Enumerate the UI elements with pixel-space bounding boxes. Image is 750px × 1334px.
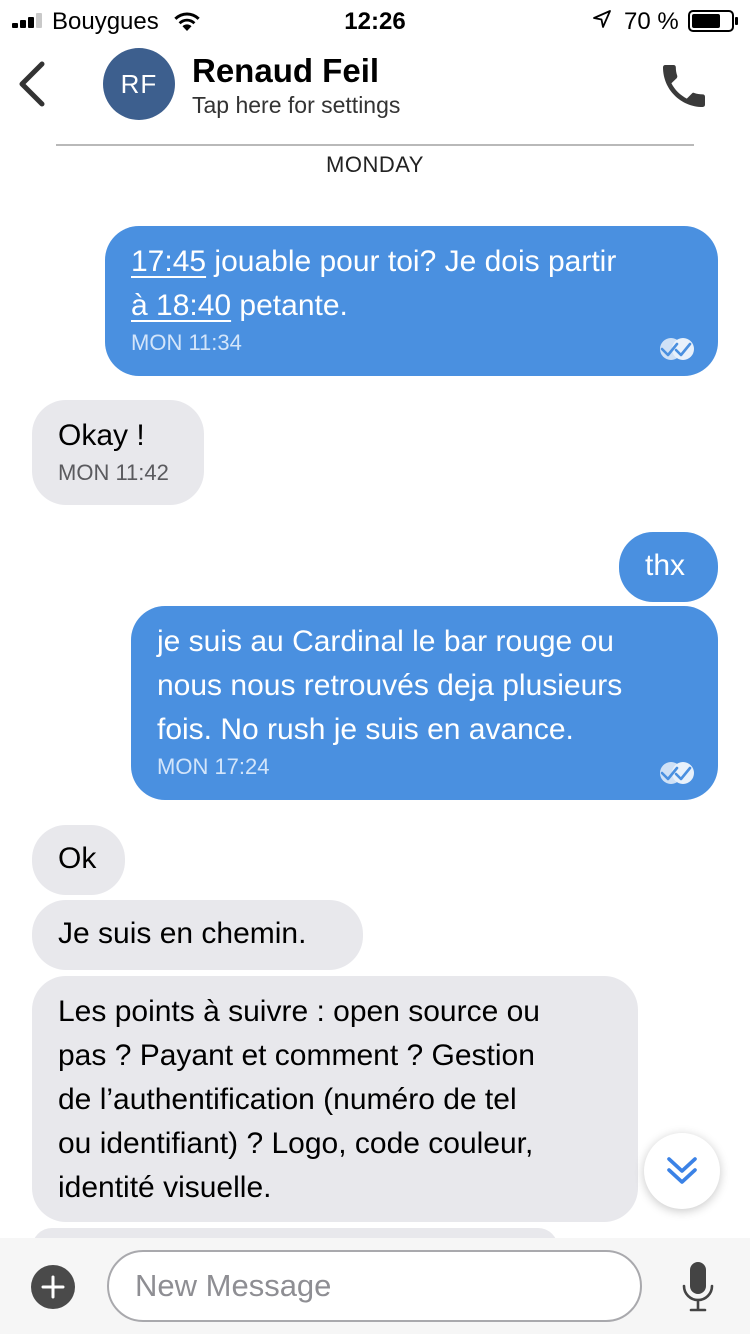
double-check-icon (660, 338, 694, 360)
message-line: je suis au Cardinal le bar rouge ou (157, 625, 614, 658)
message-bubble-outgoing[interactable]: thx (619, 532, 718, 602)
message-text: Les points à suivre : open source ou pas… (58, 990, 612, 1210)
phone-icon[interactable] (656, 58, 712, 114)
contact-avatar[interactable]: RF (103, 48, 175, 120)
message-text-part: jouable pour toi? Je dois partir (206, 245, 617, 278)
message-line: identité visuelle. (58, 1171, 272, 1204)
message-text: je suis au Cardinal le bar rouge ou nous… (157, 620, 692, 752)
battery-icon (688, 10, 738, 32)
plus-icon (41, 1275, 65, 1299)
time-link[interactable]: à 18:40 (131, 289, 231, 322)
scroll-to-bottom-button[interactable] (644, 1133, 720, 1209)
message-bubble-incoming[interactable]: Okay ! MON 11:42 (32, 400, 204, 505)
message-bubble-incoming[interactable]: Les points à suivre : open source ou pas… (32, 976, 638, 1222)
message-line: fois. No rush je suis en avance. (157, 713, 574, 746)
time-link[interactable]: 17:45 (131, 245, 206, 278)
message-timestamp: MON 17:24 (157, 754, 270, 779)
message-text-part: petante. (231, 289, 348, 322)
message-text: Ok (58, 842, 97, 875)
location-arrow-icon (593, 10, 611, 28)
message-line: pas ? Payant et comment ? Gestion (58, 1039, 535, 1072)
day-separator: MONDAY (326, 152, 424, 177)
message-text: 17:45 jouable pour toi? Je dois partir à… (131, 240, 692, 328)
header-divider (56, 144, 694, 146)
message-line: ou identifiant) ? Logo, code couleur, (58, 1127, 534, 1160)
back-chevron-icon[interactable] (12, 58, 52, 110)
double-check-icon (660, 762, 694, 784)
message-text: thx (645, 549, 686, 582)
message-text: Je suis en chemin. (58, 917, 307, 950)
settings-hint[interactable]: Tap here for settings (192, 92, 400, 119)
status-bar: Bouygues 12:26 70 % (0, 0, 750, 40)
new-message-input[interactable] (107, 1250, 642, 1322)
message-timestamp: MON 11:34 (131, 330, 242, 355)
message-bubble-incoming[interactable]: Je suis en chemin. (32, 900, 363, 970)
message-line: de l’authentification (numéro de tel (58, 1083, 517, 1116)
message-line: nous nous retrouvés deja plusieurs (157, 669, 623, 702)
message-composer (0, 1238, 750, 1334)
microphone-icon[interactable] (680, 1260, 716, 1316)
message-bubble-incoming[interactable]: Ok (32, 825, 125, 895)
add-attachment-button[interactable] (31, 1265, 75, 1309)
message-bubble-outgoing[interactable]: je suis au Cardinal le bar rouge ou nous… (131, 606, 718, 800)
battery-percent: 70 % (624, 8, 679, 35)
message-bubble-outgoing[interactable]: 17:45 jouable pour toi? Je dois partir à… (105, 226, 718, 376)
message-text: Okay ! (58, 419, 145, 452)
message-line: Les points à suivre : open source ou (58, 995, 540, 1028)
double-chevron-down-icon (667, 1157, 697, 1184)
contact-name[interactable]: Renaud Feil (192, 52, 379, 90)
message-timestamp: MON 11:42 (58, 460, 169, 485)
